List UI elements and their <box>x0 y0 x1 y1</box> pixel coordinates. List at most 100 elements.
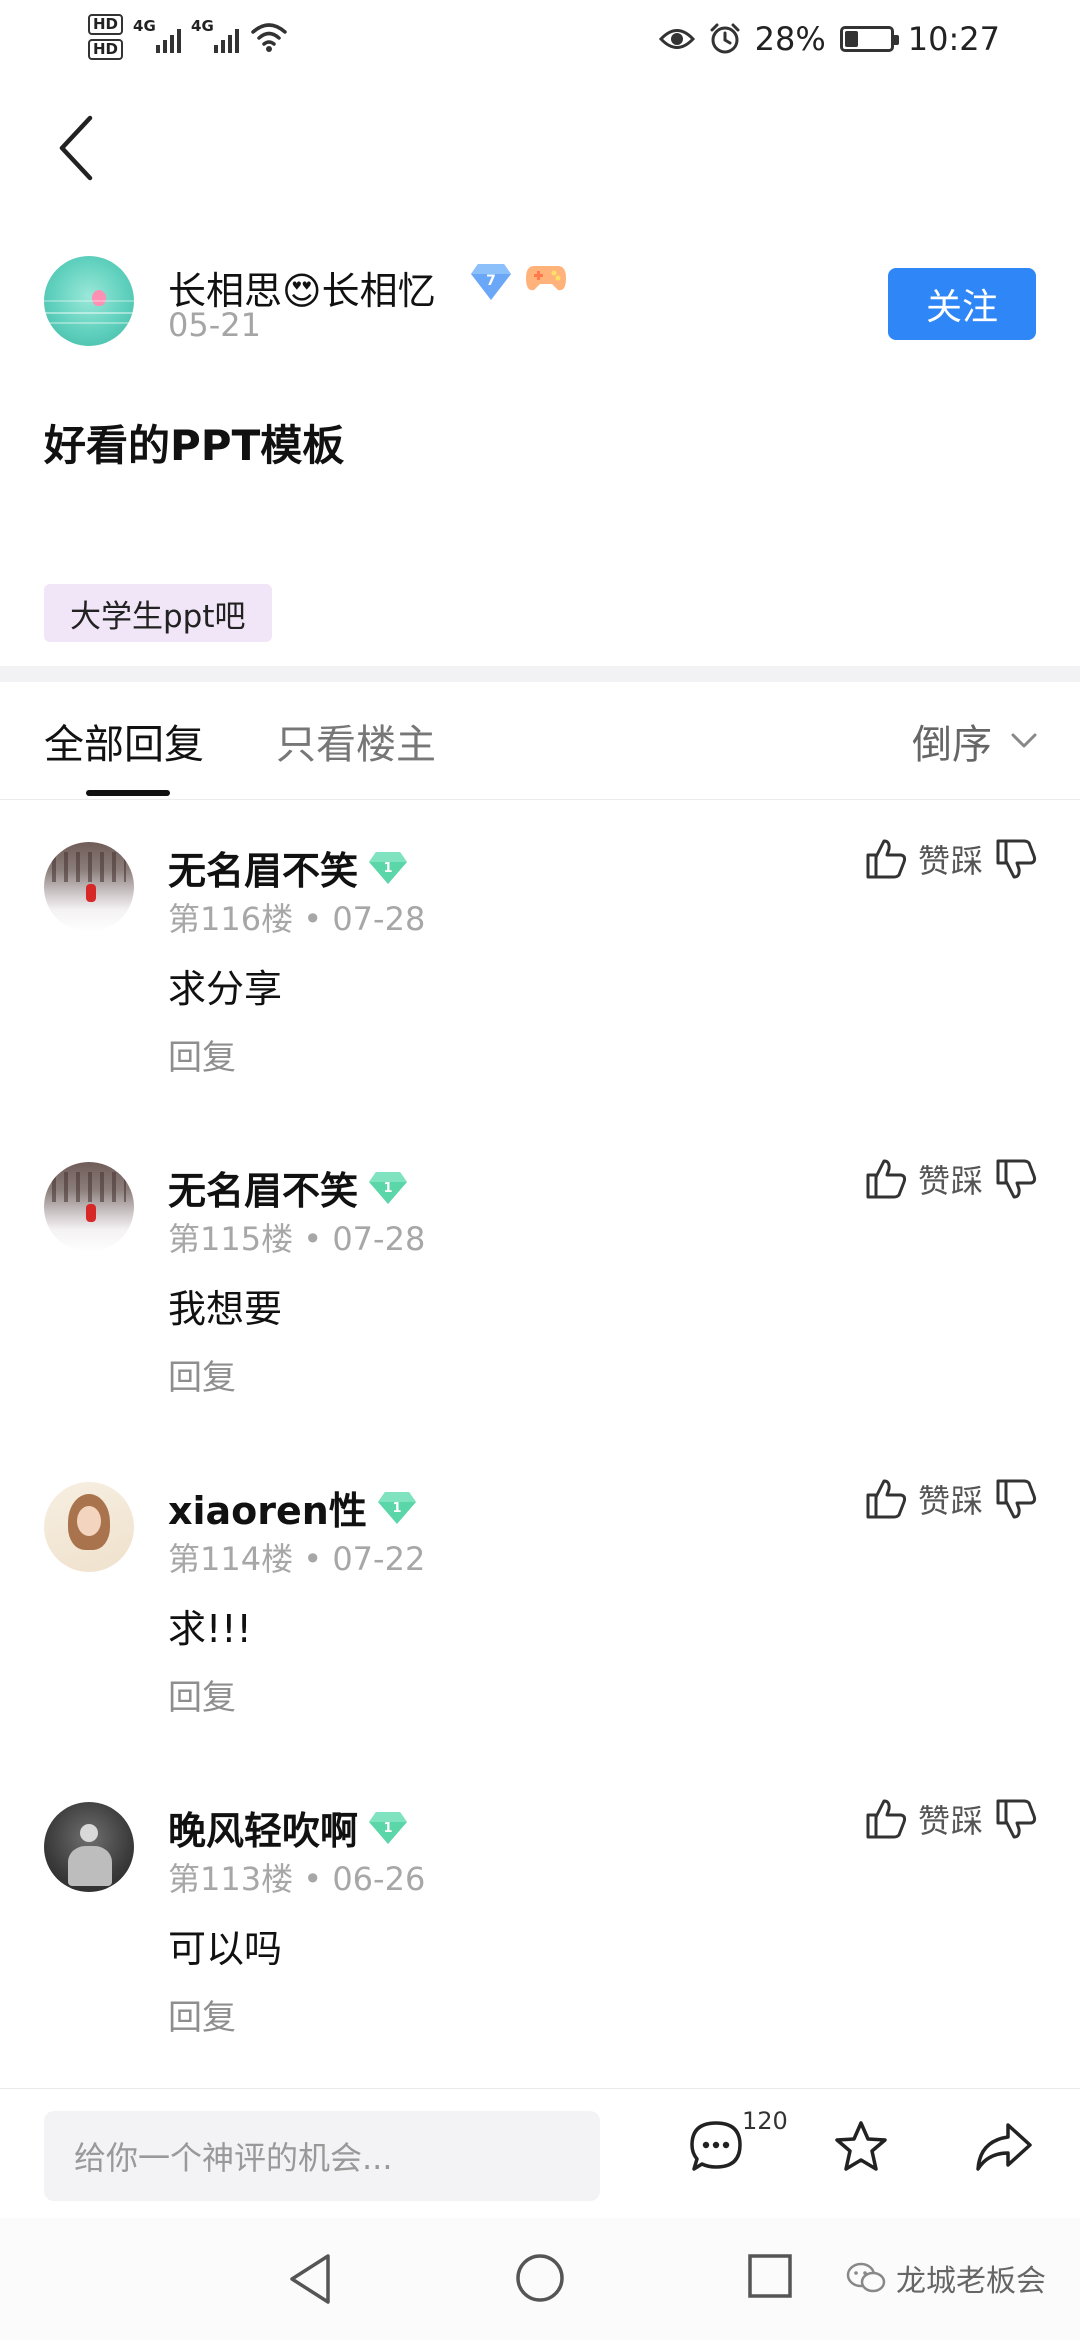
battery-icon <box>839 26 899 52</box>
system-nav-bar: 龙城老板会 <box>0 2218 1080 2340</box>
vote-label: 赞踩 <box>917 1482 984 1520</box>
status-bar: HD HD 4G 4G 28% 10:27 <box>0 0 1080 80</box>
section-divider <box>0 666 1080 682</box>
level-badge-icon: 7 <box>471 264 511 300</box>
vote-label: 赞踩 <box>917 1162 984 1200</box>
post-title: 好看的PPT模板 <box>44 421 345 470</box>
comment-item: 无名眉不笑 1 第116楼 • 07-28 求分享 回复 赞踩 <box>44 836 1044 1126</box>
commenter-name-text: 晚风轻吹啊 <box>168 1809 359 1853</box>
level-badge-icon: 1 <box>369 1171 408 1204</box>
wifi-icon <box>251 23 287 52</box>
svg-text:7: 7 <box>486 273 496 289</box>
commenter-avatar[interactable] <box>44 1482 134 1572</box>
network-type-1: 4G <box>133 17 156 35</box>
reply-button[interactable]: 回复 <box>168 1350 236 1399</box>
comment-date: 07-28 <box>332 900 426 938</box>
comment-text: 可以吗 <box>168 1927 283 1971</box>
comment-text: 求!!! <box>168 1607 252 1651</box>
reply-button[interactable]: 回复 <box>168 1030 236 1079</box>
chat-icon[interactable] <box>688 2119 744 2175</box>
alarm-icon <box>710 23 740 54</box>
author-avatar[interactable] <box>44 256 134 346</box>
sort-label: 倒序 <box>912 722 992 768</box>
reply-button[interactable]: 回复 <box>168 1990 236 2039</box>
floor-number: 第116楼 <box>168 900 294 938</box>
thumb-down-icon[interactable] <box>994 1797 1038 1841</box>
comment-date: 07-28 <box>332 1220 426 1258</box>
nav-recents-icon[interactable] <box>746 2252 794 2300</box>
comment-item: 无名眉不笑 1 第115楼 • 07-28 我想要 回复 赞踩 <box>44 1156 1044 1446</box>
battery-percent: 28% <box>754 20 826 58</box>
thumb-down-icon[interactable] <box>994 1477 1038 1521</box>
vote-actions: 赞踩 <box>864 1796 1038 1842</box>
thumb-down-icon[interactable] <box>994 1157 1038 1201</box>
svg-text:1: 1 <box>383 861 392 876</box>
thumb-up-icon[interactable] <box>864 837 908 881</box>
share-icon[interactable] <box>974 2119 1034 2175</box>
floor-number: 第114楼 <box>168 1540 294 1578</box>
thumb-up-icon[interactable] <box>864 1157 908 1201</box>
gamepad-icon <box>526 266 566 291</box>
comment-meta: 第116楼 • 07-28 <box>168 900 426 938</box>
comment-meta: 第114楼 • 07-22 <box>168 1540 426 1578</box>
signal-group: HD HD 4G 4G <box>88 14 289 60</box>
commenter-name-text: xiaoren性 <box>168 1489 367 1533</box>
comment-date: 07-22 <box>332 1540 426 1578</box>
nav-home-icon[interactable] <box>514 2252 566 2304</box>
watermark-text: 龙城老板会 <box>896 2264 1046 2299</box>
watermark: 龙城老板会 <box>846 2256 1046 2300</box>
commenter-avatar[interactable] <box>44 842 134 932</box>
comment-text: 求分享 <box>168 967 283 1011</box>
vote-label: 赞踩 <box>917 1802 984 1840</box>
thumb-down-icon[interactable] <box>994 837 1038 881</box>
comment-meta: 第115楼 • 07-28 <box>168 1220 426 1258</box>
eye-comfort-icon <box>658 29 695 49</box>
commenter-name[interactable]: 晚风轻吹啊 1 <box>168 1800 408 1855</box>
vote-actions: 赞踩 <box>864 836 1038 882</box>
floor-number: 第115楼 <box>168 1220 294 1258</box>
svg-text:1: 1 <box>392 1501 401 1516</box>
commenter-name-text: 无名眉不笑 <box>168 1169 359 1213</box>
reply-button[interactable]: 回复 <box>168 1670 236 1719</box>
thumb-up-icon[interactable] <box>864 1477 908 1521</box>
commenter-name[interactable]: 无名眉不笑 1 <box>168 840 408 895</box>
back-arrow-icon[interactable] <box>50 108 110 188</box>
svg-text:1: 1 <box>383 1181 392 1196</box>
sort-dropdown[interactable]: 倒序 <box>912 712 1038 770</box>
post-date: 05-21 <box>168 306 261 344</box>
comment-input[interactable]: 给你一个神评的机会... <box>44 2111 600 2201</box>
star-icon[interactable] <box>832 2119 890 2175</box>
active-tab-indicator <box>86 790 170 796</box>
signal-icon: 4G <box>191 15 240 59</box>
hd-badge-1: HD <box>88 14 124 35</box>
commenter-name-text: 无名眉不笑 <box>168 849 359 893</box>
reply-tabs: 全部回复 只看楼主 倒序 <box>0 682 1080 800</box>
nav-back-icon[interactable] <box>286 2252 336 2306</box>
floor-number: 第113楼 <box>168 1860 294 1898</box>
vote-label: 赞踩 <box>917 842 984 880</box>
thumb-up-icon[interactable] <box>864 1797 908 1841</box>
commenter-name[interactable]: 无名眉不笑 1 <box>168 1160 408 1215</box>
vote-actions: 赞踩 <box>864 1476 1038 1522</box>
bottom-action-bar: 给你一个神评的机会... 120 <box>0 2088 1080 2218</box>
chevron-down-icon <box>1011 733 1037 748</box>
comment-text: 我想要 <box>168 1287 283 1331</box>
commenter-avatar[interactable] <box>44 1162 134 1252</box>
hd-badge-2: HD <box>88 39 124 60</box>
comment-date: 06-26 <box>332 1860 426 1898</box>
svg-text:1: 1 <box>383 1821 392 1836</box>
commenter-name[interactable]: xiaoren性 1 <box>168 1480 417 1535</box>
commenter-avatar[interactable] <box>44 1802 134 1892</box>
comment-meta: 第113楼 • 06-26 <box>168 1860 426 1898</box>
wechat-icon <box>846 2262 886 2293</box>
forum-tag[interactable]: 大学生ppt吧 <box>44 584 272 642</box>
level-badge-icon: 1 <box>369 1811 408 1844</box>
network-type-2: 4G <box>191 17 214 35</box>
vote-actions: 赞踩 <box>864 1156 1038 1202</box>
level-badge-icon: 1 <box>369 851 408 884</box>
follow-button[interactable]: 关注 <box>888 268 1036 340</box>
tab-owner-only[interactable]: 只看楼主 <box>276 712 436 770</box>
post-author: 长相思😍长相忆 7 05-21 关注 <box>44 256 1036 352</box>
signal-icon: 4G <box>133 15 182 59</box>
tab-all-replies[interactable]: 全部回复 <box>44 712 204 770</box>
